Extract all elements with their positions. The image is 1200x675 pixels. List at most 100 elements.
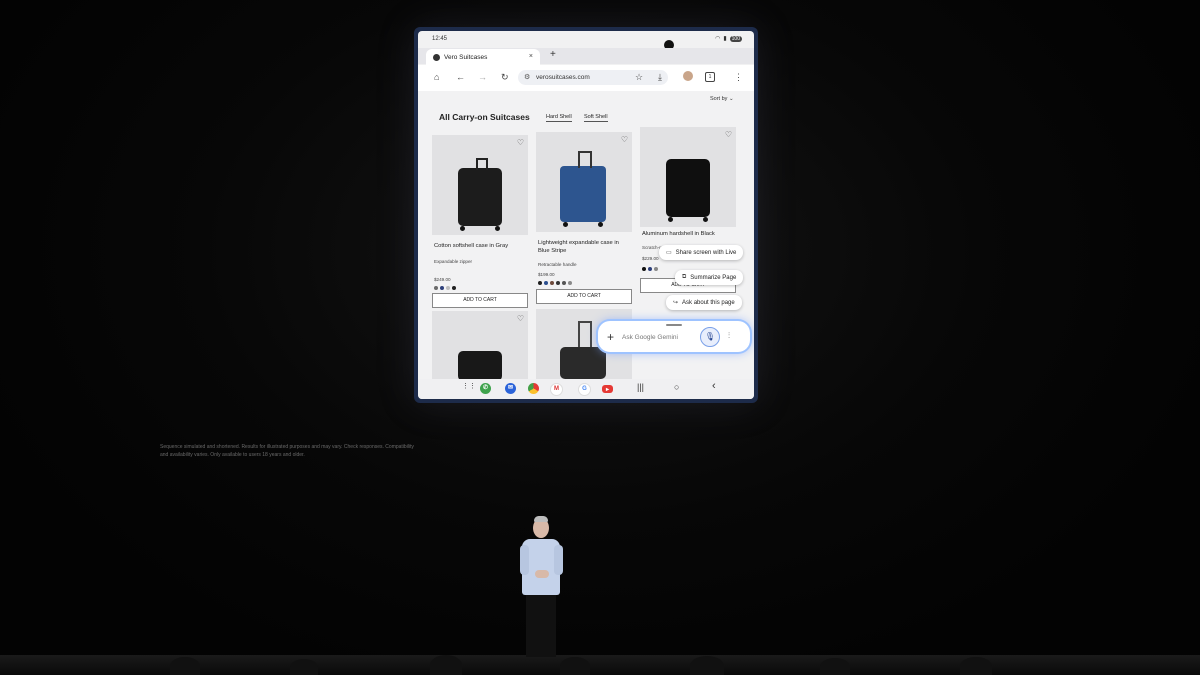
favorite-heart-icon[interactable]: ♡ [517, 314, 524, 323]
tab-switcher-button[interactable]: 1 [705, 72, 715, 82]
black-hardshell-suitcase-image [666, 159, 710, 217]
summarize-page-chip[interactable]: ⧉ Summarize Page [675, 270, 744, 285]
suitcase-wheel [460, 226, 465, 231]
add-to-cart-button[interactable]: ADD TO CART [432, 293, 528, 308]
avatar[interactable] [683, 71, 693, 81]
color-swatch[interactable] [538, 281, 542, 285]
favorite-heart-icon[interactable]: ♡ [621, 135, 628, 144]
presenter-hair [534, 516, 548, 522]
browser-tab[interactable]: Vero Suitcases × [426, 49, 540, 65]
product-card[interactable]: ♡ Lightweight expandable case in Blue St… [536, 132, 632, 304]
home-nav-icon[interactable]: ○ [674, 382, 679, 392]
browser-toolbar: ⌂ ← → ↻ ⚙ verosuitcases.com ☆ ⤓ 1 ⋮ [418, 65, 754, 91]
product-feature: Expandable zipper [434, 259, 473, 264]
filter-soft-shell[interactable]: Soft Shell [584, 114, 608, 122]
back-icon[interactable]: ← [456, 72, 465, 82]
navigation-bar: ⋮⋮ ✆ ✉ M G ▸ ||| ○ ‹ [418, 379, 754, 399]
share-screen-live-chip[interactable]: ▭ Share screen with Live [659, 245, 744, 260]
color-swatch[interactable] [440, 286, 444, 290]
app-drawer-icon[interactable]: ⋮⋮ [462, 382, 476, 390]
messages-app-icon[interactable]: ✉ [505, 383, 516, 394]
gmail-app-icon[interactable]: M [550, 383, 563, 396]
gemini-input[interactable]: Ask Google Gemini [622, 334, 678, 341]
close-tab-icon[interactable]: × [529, 53, 533, 60]
audience-head [170, 657, 200, 675]
suitcase-handle [476, 158, 488, 170]
favorite-heart-icon[interactable]: ♡ [725, 130, 732, 139]
suitcase-image [458, 351, 502, 381]
product-image[interactable] [536, 132, 632, 232]
color-swatches[interactable] [434, 286, 456, 290]
google-app-icon[interactable]: G [578, 383, 591, 396]
product-price: $229.00 [642, 256, 659, 261]
suitcase-wheel [703, 217, 708, 222]
suitcase-image [560, 347, 606, 379]
color-swatch[interactable] [446, 286, 450, 290]
presenter-arm [554, 545, 563, 575]
suitcase-wheel [668, 217, 673, 222]
site-settings-icon[interactable]: ⚙ [524, 73, 530, 81]
product-name[interactable]: Lightweight expandable case in Blue Stri… [538, 240, 632, 255]
color-swatch[interactable] [452, 286, 456, 290]
wifi-icon: ◠ [715, 36, 721, 42]
download-icon[interactable]: ⤓ [658, 72, 662, 83]
recents-icon[interactable]: ||| [637, 382, 644, 392]
color-swatch[interactable] [556, 281, 560, 285]
color-swatch[interactable] [568, 281, 572, 285]
audience-head [690, 656, 724, 675]
ask-about-page-chip[interactable]: ↪ Ask about this page [666, 295, 742, 310]
color-swatch[interactable] [654, 267, 658, 271]
bookmark-icon[interactable]: ☆ [635, 72, 643, 83]
status-bar: 12:45 ◠ ▮ 100 [418, 31, 754, 50]
youtube-app-icon[interactable]: ▸ [602, 385, 613, 393]
back-nav-icon[interactable]: ‹ [712, 380, 716, 392]
audience-head [290, 659, 318, 675]
favorite-heart-icon[interactable]: ♡ [517, 138, 524, 147]
forward-icon[interactable]: → [478, 72, 487, 82]
home-icon[interactable]: ⌂ [434, 72, 439, 82]
address-bar[interactable]: ⚙ verosuitcases.com [518, 70, 668, 85]
color-swatches[interactable] [642, 267, 658, 271]
plus-icon[interactable]: + [607, 330, 614, 344]
gemini-live-icon[interactable]: ⫶ [728, 331, 730, 341]
signal-icon: ▮ [723, 36, 727, 42]
reload-icon[interactable]: ↻ [501, 72, 509, 83]
blue-stripe-suitcase-image [560, 166, 606, 222]
product-price: $249.00 [434, 277, 451, 282]
more-menu-icon[interactable]: ⋮ [734, 72, 743, 83]
suitcase-handle [578, 321, 592, 349]
status-time: 12:45 [432, 36, 448, 42]
drag-handle[interactable] [666, 324, 682, 326]
gemini-input-bar[interactable]: + Ask Google Gemini 🎙 ⫶ [598, 321, 750, 352]
product-image[interactable] [640, 127, 736, 227]
product-image[interactable] [432, 311, 528, 381]
battery-icon: 100 [729, 35, 742, 42]
add-to-cart-button[interactable]: ADD TO CART [536, 289, 632, 304]
color-swatch[interactable] [562, 281, 566, 285]
product-name[interactable]: Aluminum hardshell in Black [642, 231, 736, 239]
chrome-app-icon[interactable] [528, 383, 539, 394]
presenter-hands [535, 570, 549, 578]
color-swatches[interactable] [538, 281, 572, 285]
phone-app-icon[interactable]: ✆ [480, 383, 491, 394]
product-image[interactable] [432, 135, 528, 235]
sort-by-dropdown[interactable]: Sort by ⌄ [710, 96, 734, 102]
foldable-phone: 12:45 ◠ ▮ 100 Vero Suitcases × + ⌂ ← → ↻… [414, 27, 758, 403]
color-swatch[interactable] [550, 281, 554, 285]
color-swatch[interactable] [648, 267, 652, 271]
url-text: verosuitcases.com [536, 74, 590, 81]
product-feature: Retractable handle [538, 262, 577, 267]
color-swatch[interactable] [434, 286, 438, 290]
product-card[interactable]: ♡ Cotton softshell case in Gray Expandab… [432, 135, 528, 308]
color-swatch[interactable] [642, 267, 646, 271]
reply-icon: ↪ [673, 300, 679, 306]
chip-label: Summarize Page [690, 274, 737, 281]
product-price: $199.00 [538, 272, 555, 277]
tab-title: Vero Suitcases [444, 54, 488, 61]
mic-icon[interactable]: 🎙 [700, 327, 720, 347]
filter-hard-shell[interactable]: Hard Shell [546, 114, 572, 122]
product-name[interactable]: Cotton softshell case in Gray [434, 243, 528, 251]
new-tab-button[interactable]: + [550, 49, 556, 60]
color-swatch[interactable] [544, 281, 548, 285]
presenter-arm [520, 545, 529, 575]
